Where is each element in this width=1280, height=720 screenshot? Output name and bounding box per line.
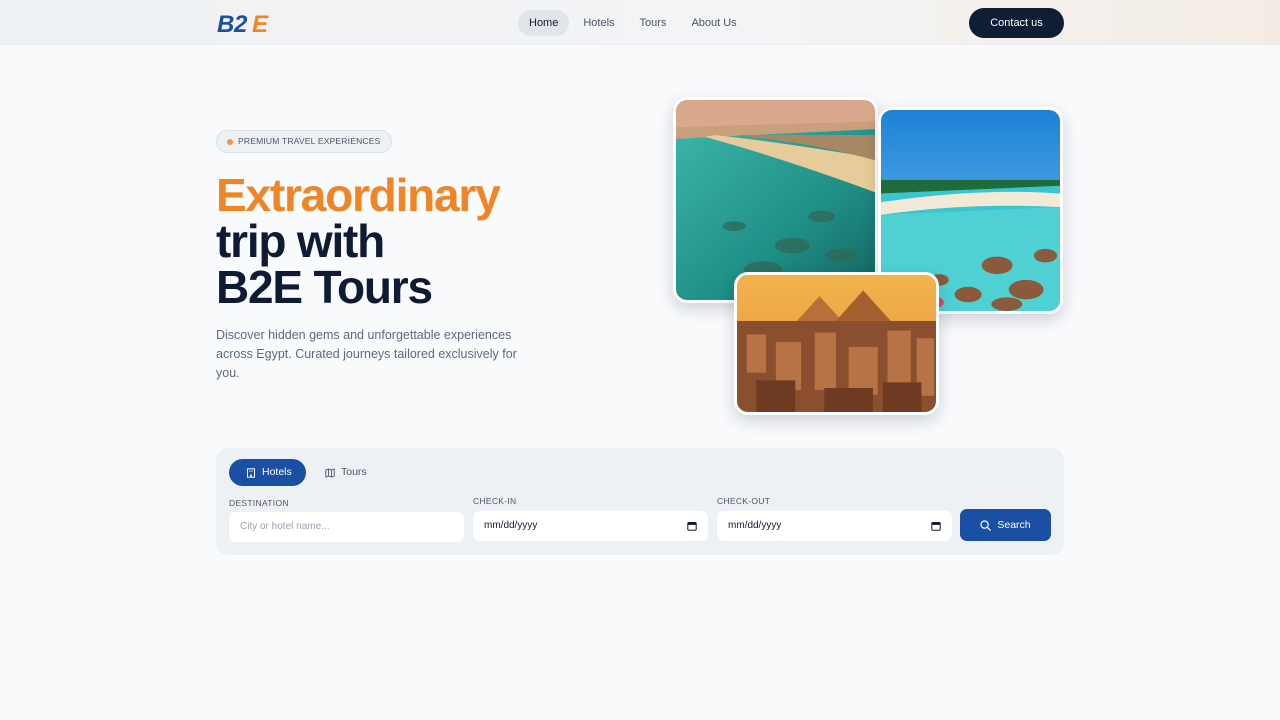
badge-label: PREMIUM TRAVEL EXPERIENCES: [238, 136, 381, 146]
contact-us-button[interactable]: Contact us: [969, 8, 1064, 38]
nav-about-us[interactable]: About Us: [680, 10, 747, 36]
search-icon: [980, 519, 992, 531]
svg-text:2: 2: [233, 11, 248, 35]
tab-tours-label: Tours: [341, 466, 367, 478]
headline-line-2: trip with: [216, 215, 385, 267]
hero-subtext: Discover hidden gems and unforgettable e…: [216, 328, 517, 380]
destination-input[interactable]: City or hotel name...: [229, 512, 464, 542]
hero-headline: Extraordinary trip with B2E Tours: [216, 169, 501, 313]
tab-hotels[interactable]: Hotels: [229, 459, 306, 486]
checkout-date-input[interactable]: mm/dd/yyyy: [717, 511, 952, 541]
site-header: B 2 E Home Hotels Tours About Us Contact…: [0, 0, 1280, 45]
checkin-date-input[interactable]: mm/dd/yyyy: [473, 511, 708, 541]
headline-line-1: Extraordinary: [216, 169, 501, 221]
search-button-label: Search: [997, 519, 1031, 531]
cairo-pyramids-image: [734, 272, 939, 415]
calendar-icon: [687, 522, 697, 531]
svg-text:E: E: [252, 11, 269, 35]
map-icon: [325, 467, 335, 478]
nav-hotels[interactable]: Hotels: [572, 10, 625, 36]
nav-tours[interactable]: Tours: [629, 10, 678, 36]
checkin-value: mm/dd/yyyy: [484, 520, 538, 531]
headline-line-3: B2E Tours: [216, 261, 433, 313]
b2e-logo[interactable]: B 2 E: [216, 11, 284, 38]
svg-text:B: B: [217, 11, 234, 35]
checkout-label: CHECK-OUT: [717, 496, 771, 506]
checkout-value: mm/dd/yyyy: [728, 520, 782, 531]
badge-dot-icon: [227, 139, 233, 145]
search-button[interactable]: Search: [960, 509, 1051, 541]
main-nav: Home Hotels Tours About Us: [518, 10, 751, 36]
destination-label: DESTINATION: [229, 498, 289, 508]
tab-hotels-label: Hotels: [262, 466, 292, 478]
checkin-label: CHECK-IN: [473, 496, 517, 506]
search-panel: Hotels Tours DESTINATION City or hotel n…: [216, 448, 1064, 555]
premium-badge: PREMIUM TRAVEL EXPERIENCES: [216, 130, 392, 153]
nav-home[interactable]: Home: [518, 10, 570, 36]
tab-tours[interactable]: Tours: [320, 459, 380, 486]
calendar-icon: [931, 522, 941, 531]
building-icon: [247, 467, 255, 478]
